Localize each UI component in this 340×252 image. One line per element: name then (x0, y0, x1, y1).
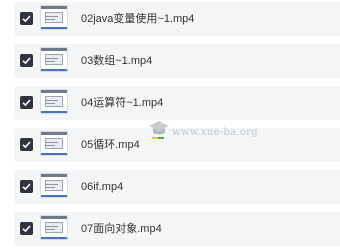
file-name[interactable]: 04运算符~1.mp4 (81, 96, 163, 110)
checkbox-checked-icon[interactable] (20, 180, 33, 193)
watermark: www.xue-ba.org (148, 118, 258, 148)
video-thumbnail-icon (40, 131, 68, 156)
graduation-cap-icon (149, 121, 169, 139)
file-name[interactable]: 05循环.mp4 (81, 138, 140, 152)
video-thumbnail-icon (40, 47, 68, 72)
file-name[interactable]: 07面向对象.mp4 (81, 222, 162, 236)
checkbox-checked-icon[interactable] (20, 96, 33, 109)
video-thumbnail-icon (40, 5, 68, 30)
list-item[interactable]: 03数组~1.mp4 (14, 44, 340, 78)
video-thumbnail-icon (40, 173, 68, 198)
video-thumbnail-icon (40, 89, 68, 114)
checkbox-checked-icon[interactable] (20, 54, 33, 67)
file-list: 02java变量使用~1.mp4 03数组~1.mp4 04运算符~1.mp4 … (0, 0, 340, 252)
file-name[interactable]: 03数组~1.mp4 (81, 54, 152, 68)
watermark-text: www.xue-ba.org (172, 127, 258, 138)
checkbox-checked-icon[interactable] (20, 12, 33, 25)
list-item[interactable]: 06if.mp4 (14, 170, 340, 204)
list-item[interactable]: 07面向对象.mp4 (14, 212, 340, 246)
list-item[interactable]: 04运算符~1.mp4 (14, 86, 340, 120)
file-name[interactable]: 06if.mp4 (81, 180, 123, 194)
checkbox-checked-icon[interactable] (20, 222, 33, 235)
list-item[interactable]: 02java变量使用~1.mp4 (14, 2, 340, 36)
video-thumbnail-icon (40, 215, 68, 240)
file-name[interactable]: 02java变量使用~1.mp4 (81, 12, 194, 26)
checkbox-checked-icon[interactable] (20, 138, 33, 151)
